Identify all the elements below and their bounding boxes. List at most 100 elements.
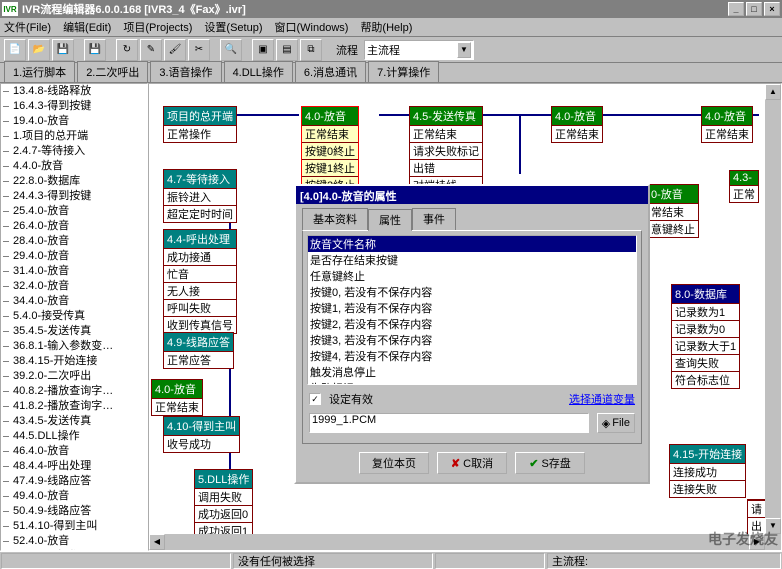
node-row[interactable]: 正常操作	[164, 125, 236, 142]
scroll-left-icon[interactable]: ◀	[149, 534, 165, 550]
toolbar-saveall-icon[interactable]: 💾	[84, 39, 106, 61]
node-row[interactable]: 出错	[410, 159, 482, 176]
tree-item[interactable]: 16.4.3-得到按键	[1, 99, 147, 114]
tab-secondcall[interactable]: 2.二次呼出	[77, 61, 148, 82]
node-row[interactable]: 正常结束	[552, 125, 602, 142]
reset-button[interactable]: 复位本页	[359, 452, 429, 474]
toolbar-find-icon[interactable]: 🔍	[220, 39, 242, 61]
dialog-title[interactable]: [4.0]4.0-放音的属性	[296, 186, 648, 204]
node-row[interactable]: 收号成功	[164, 435, 239, 452]
tab-msg[interactable]: 6.消息通讯	[295, 61, 366, 82]
file-button[interactable]: ◈ File	[597, 413, 635, 433]
tree-item[interactable]: 2.4.7-等待接入	[1, 144, 147, 159]
tree-item[interactable]: 52.4.0-放音	[1, 534, 147, 549]
toolbar-color-icon[interactable]: 🖌	[164, 39, 186, 61]
flow-node[interactable]: 0-放音 常结束 意键終止	[647, 184, 699, 238]
toolbar-cut-icon[interactable]: ✂	[188, 39, 210, 61]
node-row[interactable]: 记录数为0	[672, 320, 739, 337]
menu-edit[interactable]: 编辑(Edit)	[63, 19, 111, 35]
flow-node[interactable]: 4.15-开始连接 连接成功 连接失败	[669, 444, 746, 498]
node-row[interactable]: 记录数为1	[672, 303, 739, 320]
tree-item[interactable]: 4.4.0-放音	[1, 159, 147, 174]
canvas-scrollbar-vertical[interactable]: ▲ ▼	[765, 84, 781, 550]
list-item[interactable]: 失败标记	[308, 380, 636, 385]
flow-tree[interactable]: 13.4.8-线路释放 16.4.3-得到按键 19.4.0-放音 1.项目的总…	[0, 83, 148, 551]
tab-basic[interactable]: 基本资料	[302, 208, 368, 230]
list-item[interactable]: 按键4, 若没有不保存内容	[308, 348, 636, 364]
node-row[interactable]: 正常结束	[702, 125, 752, 142]
node-row[interactable]: 请求失败标记	[410, 142, 482, 159]
node-row[interactable]: 呼叫失败	[164, 299, 236, 316]
flow-node[interactable]: 4.9-线路应答 正常应答	[163, 332, 234, 369]
node-row[interactable]: 按键0終止	[302, 142, 358, 159]
node-row[interactable]: 成功接通	[164, 248, 236, 265]
node-row[interactable]: 连接失败	[670, 480, 745, 497]
node-row[interactable]: 忙音	[164, 265, 236, 282]
node-row[interactable]: 连接成功	[670, 463, 745, 480]
select-variable-link[interactable]: 选择通道变量	[569, 391, 635, 407]
tab-runscript[interactable]: 1.运行脚本	[4, 61, 75, 82]
chevron-down-icon[interactable]: ▼	[457, 42, 471, 58]
node-row[interactable]: 按键1終止	[302, 159, 358, 176]
node-row[interactable]: 正常结束	[152, 398, 202, 415]
node-row[interactable]: 正常应答	[164, 351, 233, 368]
tab-dll[interactable]: 4.DLL操作	[224, 61, 293, 82]
tree-item[interactable]: 24.4.3-得到按键	[1, 189, 147, 204]
flow-combo[interactable]: 主流程 ▼	[364, 40, 474, 60]
flow-node[interactable]: 4.0-放音 正常结束	[701, 106, 753, 143]
tree-item[interactable]: 46.4.0-放音	[1, 444, 147, 459]
tree-item[interactable]: 34.4.0-放音	[1, 294, 147, 309]
tab-voice[interactable]: 3.语音操作	[150, 61, 221, 82]
property-dialog[interactable]: [4.0]4.0-放音的属性 基本资料 属性 事件 放音文件名称 是否存在结束按…	[294, 184, 650, 484]
tree-item[interactable]: 50.4.9-线路应答	[1, 504, 147, 519]
tab-events[interactable]: 事件	[412, 208, 456, 230]
tree-item[interactable]: 40.8.2-播放查询字…	[1, 384, 147, 399]
menu-projects[interactable]: 项目(Projects)	[123, 19, 192, 35]
tree-item[interactable]: 48.4.4-呼出处理	[1, 459, 147, 474]
checkbox-enabled[interactable]: ✓	[309, 393, 321, 405]
menu-help[interactable]: 帮助(Help)	[360, 19, 412, 35]
node-row[interactable]: 查询失败	[672, 354, 739, 371]
node-row[interactable]: 超定定时时间	[164, 205, 236, 222]
menu-setup[interactable]: 设置(Setup)	[204, 19, 262, 35]
minimize-button[interactable]: _	[728, 2, 744, 16]
node-row[interactable]: 符合标志位	[672, 371, 739, 388]
node-row[interactable]: 意键終止	[648, 220, 698, 237]
filename-input[interactable]: 1999_1.PCM	[309, 413, 589, 433]
tree-item[interactable]: 26.4.0-放音	[1, 219, 147, 234]
node-row[interactable]: 调用失败	[195, 488, 252, 505]
list-item[interactable]: 是否存在结束按键	[308, 252, 636, 268]
node-row[interactable]: 正常结束	[410, 125, 482, 142]
list-item[interactable]: 触发消息停止	[308, 364, 636, 380]
toolbar-doc1-icon[interactable]: ▣	[252, 39, 274, 61]
tree-item[interactable]: 39.2.0-二次呼出	[1, 369, 147, 384]
menu-file[interactable]: 文件(File)	[4, 19, 51, 35]
tree-item[interactable]: 32.4.0-放音	[1, 279, 147, 294]
flow-node[interactable]: 4.5-发送传真 正常结束 请求失败标记 出错 对端挂线	[409, 106, 483, 194]
tree-item[interactable]: 49.4.0-放音	[1, 489, 147, 504]
tree-item[interactable]: 19.4.0-放音	[1, 114, 147, 129]
node-row[interactable]: 记录数大于1	[672, 337, 739, 354]
tree-item[interactable]: 44.5.DLL操作	[1, 429, 147, 444]
list-item[interactable]: 按键0, 若没有不保存内容	[308, 284, 636, 300]
toolbar-refresh-icon[interactable]: ↻	[116, 39, 138, 61]
flow-node[interactable]: 4.0-放音 正常结束	[151, 379, 203, 416]
flow-node[interactable]: 4.10-得到主叫 收号成功	[163, 416, 240, 453]
close-button[interactable]: ×	[764, 2, 780, 16]
tree-item[interactable]: 29.4.0-放音	[1, 249, 147, 264]
toolbar-open-icon[interactable]: 📂	[28, 39, 50, 61]
toolbar-copy-icon[interactable]: ⧉	[300, 39, 322, 61]
node-row[interactable]: 正常	[730, 185, 758, 202]
tree-item[interactable]: 47.4.9-线路应答	[1, 474, 147, 489]
menu-windows[interactable]: 窗口(Windows)	[274, 19, 348, 35]
maximize-button[interactable]: □	[746, 2, 762, 16]
node-row[interactable]: 无人接	[164, 282, 236, 299]
toolbar-new-icon[interactable]: 📄	[4, 39, 26, 61]
list-item[interactable]: 任意键終止	[308, 268, 636, 284]
list-item[interactable]: 按键1, 若没有不保存内容	[308, 300, 636, 316]
tab-calc[interactable]: 7.计算操作	[368, 61, 439, 82]
tree-item[interactable]: 35.4.5-发送传真	[1, 324, 147, 339]
tree-item[interactable]: 41.8.2-播放查询字…	[1, 399, 147, 414]
save-button[interactable]: ✔ S存盘	[515, 452, 585, 474]
list-header[interactable]: 放音文件名称	[308, 236, 636, 252]
